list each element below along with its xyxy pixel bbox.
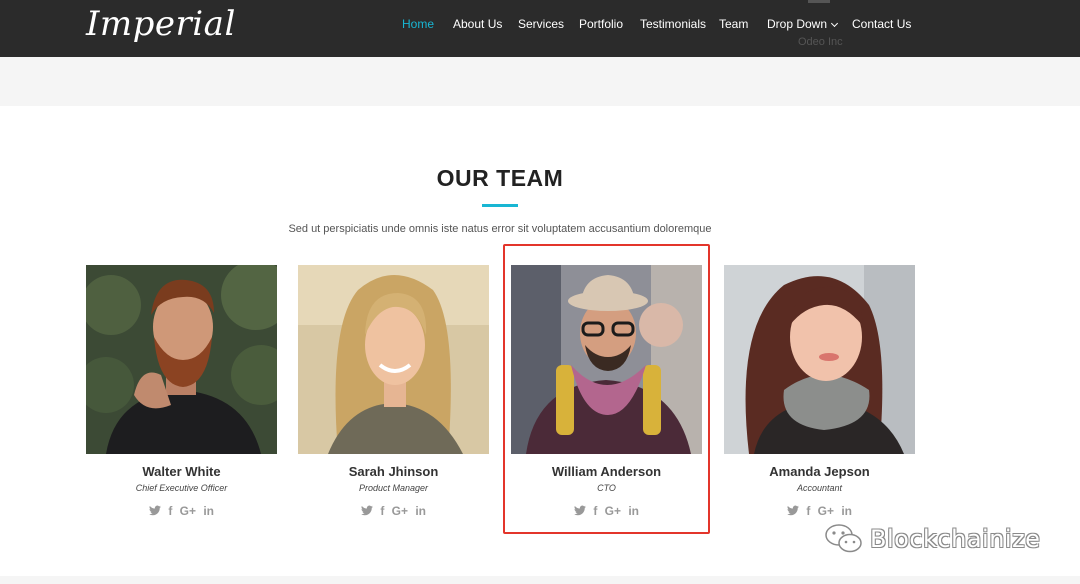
member-social-links: f G+ in bbox=[298, 503, 489, 519]
nav-team[interactable]: Team bbox=[719, 16, 748, 32]
member-role: Product Manager bbox=[358, 483, 429, 493]
page-top-band bbox=[0, 57, 1080, 106]
chevron-down-icon bbox=[830, 19, 839, 28]
nav-contact-us[interactable]: Contact Us bbox=[852, 16, 911, 32]
linkedin-icon[interactable]: in bbox=[841, 503, 852, 519]
twitter-icon[interactable] bbox=[573, 503, 586, 519]
team-member-card: Sarah Jhinson Product Manager f G+ in bbox=[298, 265, 489, 525]
member-photo bbox=[724, 265, 915, 454]
member-role: Accountant bbox=[796, 483, 843, 493]
watermark: Blockchainize bbox=[824, 521, 1040, 557]
facebook-icon[interactable]: f bbox=[380, 503, 384, 519]
team-member-card: William Anderson CTO f G+ in bbox=[511, 265, 702, 525]
member-photo bbox=[511, 265, 702, 454]
twitter-icon[interactable] bbox=[360, 503, 373, 519]
linkedin-icon[interactable]: in bbox=[415, 503, 426, 519]
member-name: William Anderson bbox=[551, 464, 662, 479]
linkedin-icon[interactable]: in bbox=[203, 503, 214, 519]
title-underline bbox=[482, 204, 518, 207]
member-name: Sarah Jhinson bbox=[348, 464, 439, 479]
member-social-links: f G+ in bbox=[511, 503, 702, 519]
nav-drop-down[interactable]: Drop Down bbox=[767, 16, 839, 32]
page-bottom-band bbox=[0, 576, 1080, 584]
twitter-icon[interactable] bbox=[148, 503, 161, 519]
section-subtitle: Sed ut perspiciatis unde omnis iste natu… bbox=[288, 223, 712, 235]
google-plus-icon[interactable]: G+ bbox=[605, 503, 621, 519]
google-plus-icon[interactable]: G+ bbox=[818, 503, 834, 519]
nav-about-us[interactable]: About Us bbox=[453, 16, 502, 32]
nav-testimonials[interactable]: Testimonials bbox=[640, 16, 706, 32]
header-navbar: Imperial Home About Us Services Portfoli… bbox=[0, 0, 1080, 57]
dropdown-ghost-text: Odeo Inc bbox=[798, 36, 843, 48]
twitter-icon[interactable] bbox=[786, 503, 799, 519]
google-plus-icon[interactable]: G+ bbox=[180, 503, 196, 519]
team-member-card: Amanda Jepson Accountant f G+ in bbox=[724, 265, 915, 525]
nav-portfolio[interactable]: Portfolio bbox=[579, 16, 623, 32]
section-title: OUR TEAM bbox=[436, 165, 564, 191]
team-member-card: Walter White Chief Executive Officer f G… bbox=[86, 265, 277, 525]
wechat-icon bbox=[825, 524, 862, 553]
main-nav: Home About Us Services Portfolio Testimo… bbox=[0, 0, 1080, 57]
dropdown-ghost-bar bbox=[808, 0, 830, 3]
facebook-icon[interactable]: f bbox=[806, 503, 810, 519]
member-social-links: f G+ in bbox=[724, 503, 915, 519]
facebook-icon[interactable]: f bbox=[168, 503, 172, 519]
member-photo bbox=[86, 265, 277, 454]
nav-drop-down-label: Drop Down bbox=[767, 17, 828, 31]
member-role: Chief Executive Officer bbox=[135, 483, 228, 493]
linkedin-icon[interactable]: in bbox=[628, 503, 639, 519]
member-name: Walter White bbox=[142, 464, 221, 479]
facebook-icon[interactable]: f bbox=[593, 503, 597, 519]
member-role: CTO bbox=[597, 483, 616, 493]
member-social-links: f G+ in bbox=[86, 503, 277, 519]
nav-services[interactable]: Services bbox=[518, 16, 564, 32]
member-name: Amanda Jepson bbox=[769, 464, 870, 479]
nav-home[interactable]: Home bbox=[402, 16, 434, 32]
google-plus-icon[interactable]: G+ bbox=[392, 503, 408, 519]
watermark-text: Blockchainize bbox=[870, 525, 1041, 553]
member-photo bbox=[298, 265, 489, 454]
